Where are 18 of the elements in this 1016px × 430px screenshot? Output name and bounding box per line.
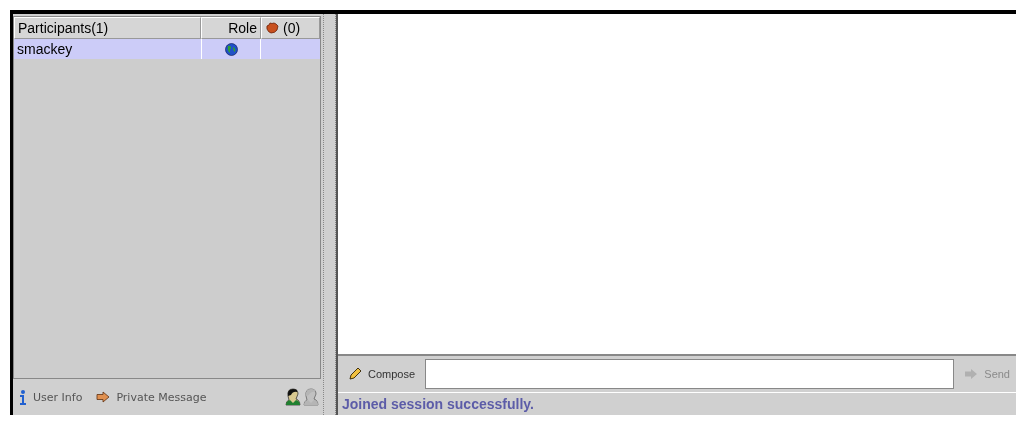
- action-button[interactable]: Private Message: [94, 390, 209, 404]
- globe-icon: [224, 42, 238, 56]
- status-message: Joined session successfully.: [342, 396, 534, 412]
- person-button[interactable]: [285, 388, 301, 406]
- participant-row[interactable]: smackey: [14, 39, 320, 59]
- arrow-icon: [964, 368, 979, 380]
- info-icon: [19, 389, 27, 405]
- compose-button[interactable]: Compose: [344, 367, 420, 381]
- participant-name: smackey: [16, 41, 74, 57]
- action-button[interactable]: User Info: [17, 389, 85, 405]
- pencil-icon: [348, 367, 362, 381]
- column-header[interactable]: Role: [201, 17, 261, 39]
- raised-hand-icon: [265, 22, 279, 34]
- message-input-field[interactable]: [425, 359, 955, 389]
- splitter-handle[interactable]: [323, 14, 336, 415]
- column-header[interactable]: (0): [261, 17, 320, 39]
- column-header[interactable]: Participants(1): [14, 17, 201, 39]
- arrow-icon: [96, 391, 111, 403]
